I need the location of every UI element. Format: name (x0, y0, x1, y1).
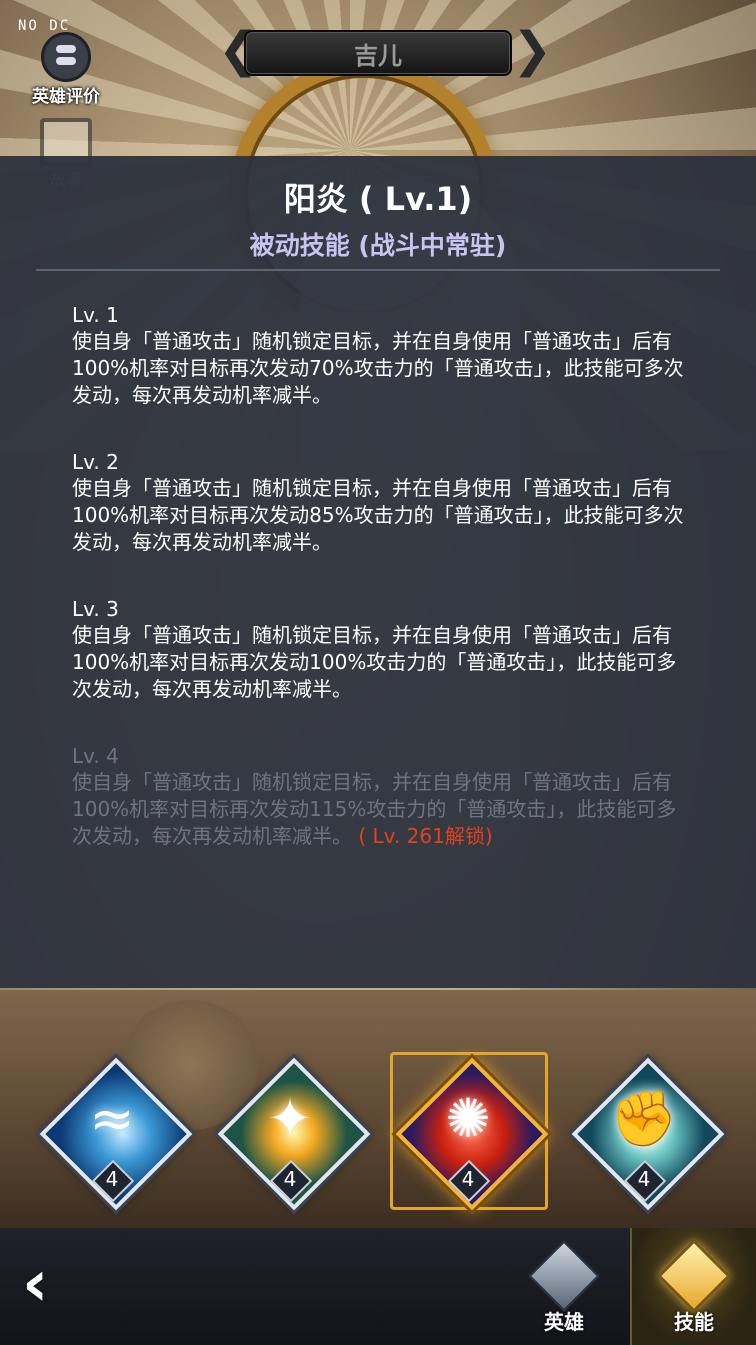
skill-detail-panel: 阳炎 ( Lv.1) 被动技能 (战斗中常驻) Lv. 1 使自身「普通攻击」随… (0, 156, 756, 988)
skill-level-badge: 4 (91, 1159, 135, 1203)
skill-slot-1[interactable]: ≈ 4 (32, 1050, 193, 1211)
skill-level-item-locked: Lv. 4 使自身「普通攻击」随机锁定目标，并在自身使用「普通攻击」后有100%… (72, 743, 692, 850)
skill-slot-4[interactable]: ✊ 4 (564, 1050, 725, 1211)
skill-slot-2[interactable]: ✦ 4 (210, 1050, 371, 1211)
level-description: 使自身「普通攻击」随机锁定目标，并在自身使用「普通攻击」后有100%机率对目标再… (72, 476, 684, 554)
hero-name-bar: ❮ 吉儿 ❯ (218, 26, 552, 78)
bottom-nav-bar: ‹ 英雄 技能 (0, 1228, 756, 1345)
skill-type: 被动技能 (战斗中常驻) (249, 231, 507, 260)
helmet-icon (527, 1239, 601, 1313)
level-label: Lv. 2 (72, 450, 119, 474)
skill-level-badge: 4 (269, 1159, 313, 1203)
unlock-requirement: ( Lv. 261解锁) (358, 824, 493, 848)
skill-level-badge: 4 (623, 1159, 667, 1203)
level-description: 使自身「普通攻击」随机锁定目标，并在自身使用「普通攻击」后有100%机率对目标再… (72, 329, 684, 407)
back-arrow-icon[interactable]: ‹ (22, 1252, 82, 1318)
level-label: Lv. 4 (72, 744, 119, 768)
hero-review-button[interactable]: 英雄评价 (24, 32, 108, 107)
skill-slot-3-selected[interactable]: ✺ 4 (388, 1050, 549, 1211)
skill-level-item: Lv. 2 使自身「普通攻击」随机锁定目标，并在自身使用「普通攻击」后有100%… (72, 449, 692, 556)
skill-title: 阳炎 ( Lv.1) (283, 180, 473, 218)
chat-bubble-icon (41, 32, 91, 82)
skill-level-item: Lv. 3 使自身「普通攻击」随机锁定目标，并在自身使用「普通攻击」后有100%… (72, 596, 692, 703)
next-hero-arrow-icon[interactable]: ❯ (512, 26, 552, 78)
level-label: Lv. 3 (72, 597, 119, 621)
tab-skill-active[interactable]: 技能 (630, 1228, 756, 1345)
tab-hero[interactable]: 英雄 (502, 1228, 626, 1345)
level-label: Lv. 1 (72, 303, 119, 327)
skill-level-badge: 4 (447, 1159, 491, 1203)
skill-emblem-icon (657, 1239, 731, 1313)
level-description-locked: 使自身「普通攻击」随机锁定目标，并在自身使用「普通攻击」后有100%机率对目标再… (72, 769, 692, 850)
hero-name: 吉儿 (354, 42, 402, 70)
skill-icon-row: ≈ 4 ✦ 4 ✺ 4 ✊ 4 (0, 1040, 756, 1220)
hero-review-label: 英雄评价 (32, 87, 100, 107)
skill-level-list: Lv. 1 使自身「普通攻击」随机锁定目标，并在自身使用「普通攻击」后有100%… (72, 302, 692, 890)
skill-level-item: Lv. 1 使自身「普通攻击」随机锁定目标，并在自身使用「普通攻击」后有100%… (72, 302, 692, 409)
divider (36, 269, 720, 271)
level-description: 使自身「普通攻击」随机锁定目标，并在自身使用「普通攻击」后有100%机率对目标再… (72, 623, 677, 701)
